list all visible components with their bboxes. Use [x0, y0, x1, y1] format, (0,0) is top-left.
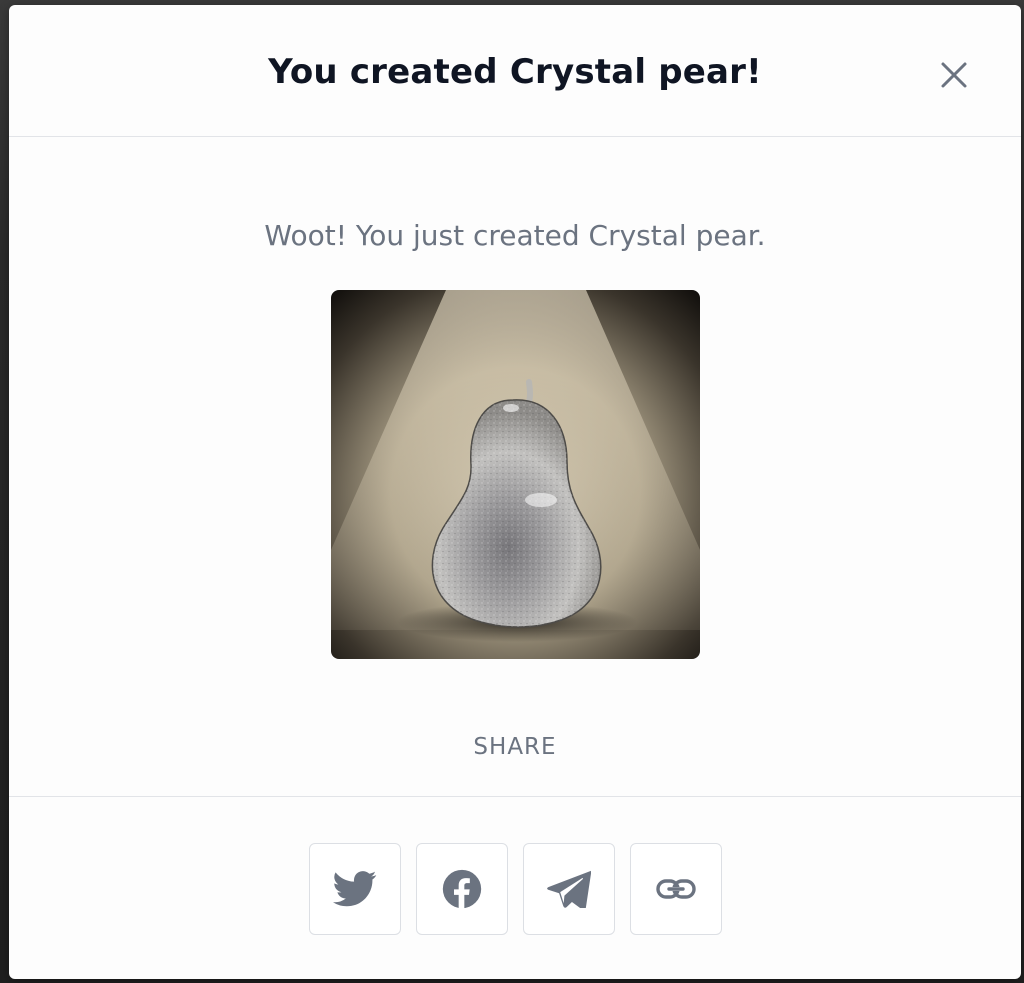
- link-icon: [656, 879, 696, 899]
- modal-title: You created Crystal pear!: [268, 52, 762, 92]
- share-telegram-button[interactable]: [523, 843, 615, 935]
- modal-header: You created Crystal pear!: [9, 5, 1021, 137]
- twitter-icon: [333, 871, 377, 907]
- facebook-icon: [442, 869, 482, 909]
- share-label: SHARE: [473, 734, 557, 760]
- share-buttons: [309, 843, 725, 935]
- modal-footer: [9, 796, 1021, 979]
- created-item-modal: You created Crystal pear! Woot! You just…: [9, 5, 1021, 979]
- copy-link-button[interactable]: [630, 843, 722, 935]
- modal-body: Woot! You just created Crystal pear. SHA…: [9, 137, 1021, 796]
- close-icon: [941, 62, 967, 88]
- success-message: Woot! You just created Crystal pear.: [264, 219, 766, 252]
- telegram-icon: [547, 870, 591, 908]
- share-twitter-button[interactable]: [309, 843, 401, 935]
- crystal-pear-image: [331, 290, 700, 659]
- close-button[interactable]: [934, 55, 974, 95]
- share-facebook-button[interactable]: [416, 843, 508, 935]
